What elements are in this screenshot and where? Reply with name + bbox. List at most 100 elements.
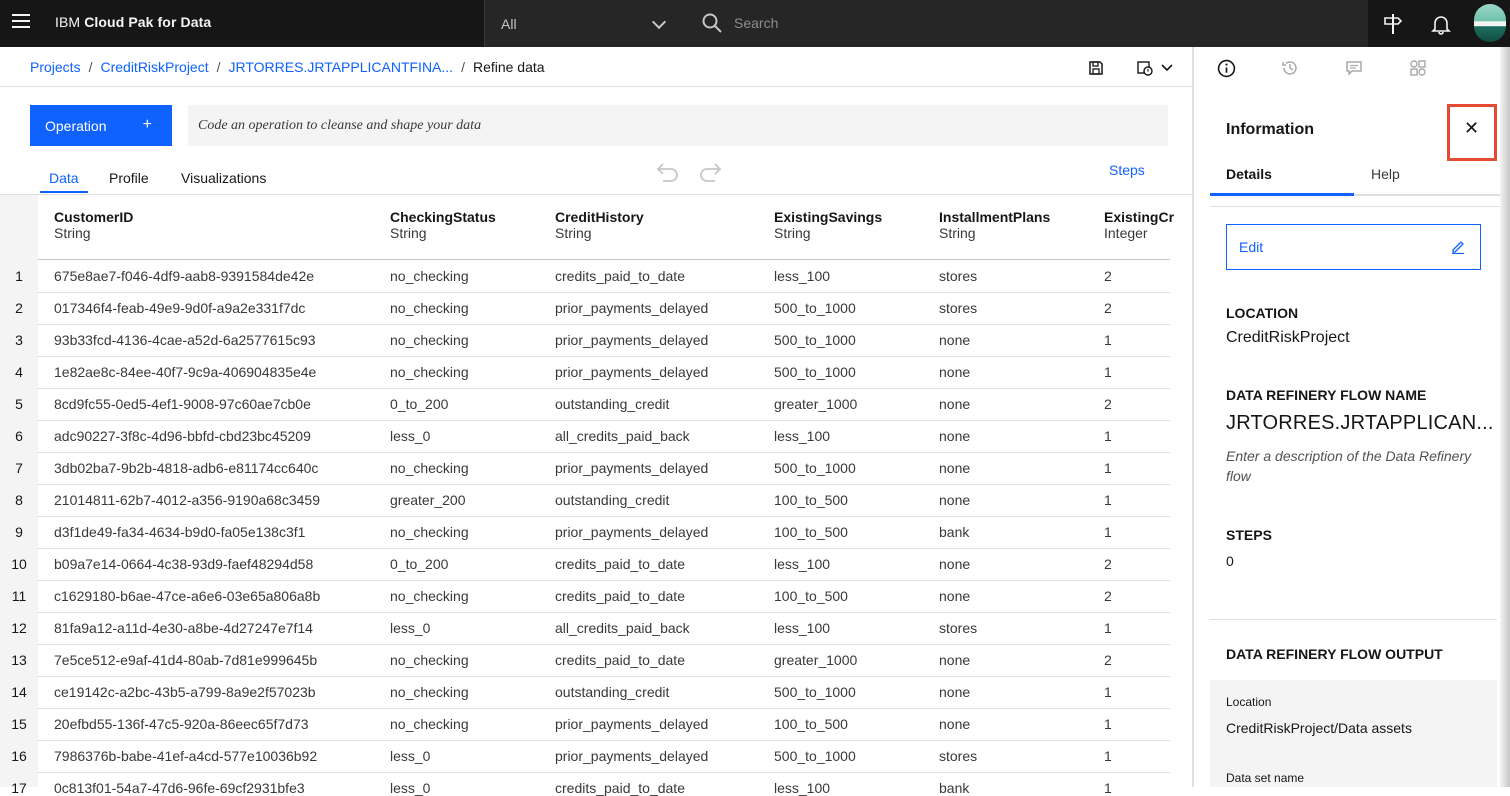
table-scrollbar[interactable] xyxy=(1176,195,1188,787)
table-cell[interactable]: 7986376b-babe-41ef-a4cd-577e10036b92 xyxy=(54,748,317,764)
table-cell[interactable]: none xyxy=(939,492,970,508)
table-cell[interactable]: adc90227-3f8c-4d96-bbfd-cbd23bc45209 xyxy=(54,428,311,444)
notifications-bell-icon[interactable] xyxy=(1429,12,1453,36)
comments-icon[interactable] xyxy=(1345,59,1363,77)
table-cell[interactable]: credits_paid_to_date xyxy=(555,268,685,284)
table-cell[interactable]: 500_to_1000 xyxy=(774,364,856,380)
table-cell[interactable]: 100_to_500 xyxy=(774,492,848,508)
table-cell[interactable]: less_0 xyxy=(390,780,430,796)
history-icon[interactable] xyxy=(1281,59,1299,77)
table-cell[interactable]: ce19142c-a2bc-43b5-a799-8a9e2f57023b xyxy=(54,684,316,700)
table-cell[interactable]: 2 xyxy=(1104,268,1170,284)
information-icon[interactable] xyxy=(1217,59,1236,78)
table-cell[interactable]: none xyxy=(939,428,970,444)
table-cell[interactable]: less_0 xyxy=(390,428,430,444)
table-cell[interactable]: no_checking xyxy=(390,300,469,316)
table-cell[interactable]: 8cd9fc55-0ed5-4ef1-9008-97c60ae7cb0e xyxy=(54,396,311,412)
table-cell[interactable]: less_100 xyxy=(774,556,830,572)
table-cell[interactable]: 100_to_500 xyxy=(774,524,848,540)
table-cell[interactable]: 93b33fcd-4136-4cae-a52d-6a2577615c93 xyxy=(54,332,316,348)
hamburger-menu-icon[interactable] xyxy=(12,14,30,32)
signpost-icon[interactable] xyxy=(1381,12,1405,36)
breadcrumb-project[interactable]: CreditRiskProject xyxy=(100,59,208,75)
table-cell[interactable]: prior_payments_delayed xyxy=(555,332,708,348)
table-cell[interactable]: none xyxy=(939,684,970,700)
table-cell[interactable]: d3f1de49-fa34-4634-b9d0-fa05e138c3f1 xyxy=(54,524,305,540)
steps-link[interactable]: Steps xyxy=(1109,162,1145,178)
table-cell[interactable]: 2 xyxy=(1104,556,1170,572)
tab-data[interactable]: Data xyxy=(49,170,79,186)
table-cell[interactable]: 017346f4-feab-49e9-9d0f-a9a2e331f7dc xyxy=(54,300,305,316)
operation-button[interactable]: Operation + xyxy=(30,105,172,146)
table-cell[interactable]: 1 xyxy=(1104,428,1170,444)
table-cell[interactable]: prior_payments_delayed xyxy=(555,460,708,476)
table-cell[interactable]: none xyxy=(939,396,970,412)
save-icon[interactable] xyxy=(1087,59,1105,77)
table-cell[interactable]: no_checking xyxy=(390,364,469,380)
table-cell[interactable]: 2 xyxy=(1104,300,1170,316)
table-cell[interactable]: 2 xyxy=(1104,652,1170,668)
table-cell[interactable]: 0_to_200 xyxy=(390,396,448,412)
table-cell[interactable]: 1 xyxy=(1104,748,1170,764)
table-cell[interactable]: 21014811-62b7-4012-a356-9190a68c3459 xyxy=(54,492,320,508)
table-cell[interactable]: prior_payments_delayed xyxy=(555,364,708,380)
table-cell[interactable]: 1e82ae8c-84ee-40f7-9c9a-406904835e4e xyxy=(54,364,316,380)
table-cell[interactable]: 500_to_1000 xyxy=(774,300,856,316)
table-cell[interactable]: credits_paid_to_date xyxy=(555,780,685,796)
table-cell[interactable]: all_credits_paid_back xyxy=(555,620,690,636)
table-cell[interactable]: no_checking xyxy=(390,332,469,348)
table-cell[interactable]: 2 xyxy=(1104,396,1170,412)
table-cell[interactable]: 100_to_500 xyxy=(774,716,848,732)
table-cell[interactable]: 1 xyxy=(1104,332,1170,348)
search-input[interactable] xyxy=(734,12,1334,34)
table-cell[interactable]: bank xyxy=(939,524,969,540)
table-cell[interactable]: less_100 xyxy=(774,428,830,444)
table-cell[interactable]: prior_payments_delayed xyxy=(555,524,708,540)
table-cell[interactable]: none xyxy=(939,588,970,604)
table-cell[interactable]: 1 xyxy=(1104,684,1170,700)
table-cell[interactable]: stores xyxy=(939,748,977,764)
table-cell[interactable]: none xyxy=(939,332,970,348)
breadcrumb-projects[interactable]: Projects xyxy=(30,59,81,75)
search-scope-dropdown[interactable]: All xyxy=(484,0,684,47)
column-header[interactable]: ExistingCr Integer xyxy=(1104,209,1174,241)
table-cell[interactable]: 1 xyxy=(1104,364,1170,380)
table-cell[interactable]: no_checking xyxy=(390,684,469,700)
table-cell[interactable]: prior_payments_delayed xyxy=(555,300,708,316)
table-cell[interactable]: 1 xyxy=(1104,620,1170,636)
table-cell[interactable]: b09a7e14-0664-4c38-93d9-faef48294d58 xyxy=(54,556,313,572)
table-cell[interactable]: none xyxy=(939,652,970,668)
table-cell[interactable]: 1 xyxy=(1104,716,1170,732)
table-cell[interactable]: less_100 xyxy=(774,620,830,636)
product-brand[interactable]: IBM Cloud Pak for Data xyxy=(55,14,211,30)
table-cell[interactable]: 1 xyxy=(1104,780,1170,796)
table-cell[interactable]: none xyxy=(939,556,970,572)
table-cell[interactable]: 100_to_500 xyxy=(774,588,848,604)
table-cell[interactable]: 500_to_1000 xyxy=(774,460,856,476)
table-cell[interactable]: 3db02ba7-9b2b-4818-adb6-e81174cc640c xyxy=(54,460,318,476)
table-cell[interactable]: 81fa9a12-a11d-4e30-a8be-4d27247e7f14 xyxy=(54,620,313,636)
column-header[interactable]: ExistingSavings String xyxy=(774,209,882,241)
table-cell[interactable]: 1 xyxy=(1104,492,1170,508)
table-cell[interactable]: 500_to_1000 xyxy=(774,684,856,700)
operation-code-input[interactable] xyxy=(188,105,1168,146)
table-cell[interactable]: no_checking xyxy=(390,268,469,284)
column-header[interactable]: CreditHistory String xyxy=(555,209,644,241)
table-cell[interactable]: greater_200 xyxy=(390,492,466,508)
table-cell[interactable]: none xyxy=(939,716,970,732)
undo-icon[interactable] xyxy=(653,161,681,183)
table-cell[interactable]: 7e5ce512-e9af-41d4-80ab-7d81e999645b xyxy=(54,652,317,668)
schedule-job-icon[interactable] xyxy=(1136,59,1154,77)
table-cell[interactable]: credits_paid_to_date xyxy=(555,556,685,572)
column-header[interactable]: CustomerID String xyxy=(54,209,133,241)
table-cell[interactable]: 0_to_200 xyxy=(390,556,448,572)
table-cell[interactable]: bank xyxy=(939,780,969,796)
table-cell[interactable]: c1629180-b6ae-47ce-a6e6-03e65a806a8b xyxy=(54,588,320,604)
tab-help[interactable]: Help xyxy=(1371,166,1400,182)
table-cell[interactable]: less_100 xyxy=(774,780,830,796)
table-cell[interactable]: less_100 xyxy=(774,268,830,284)
breadcrumb-flow[interactable]: JRTORRES.JRTAPPLICANTFINA... xyxy=(229,59,454,75)
table-cell[interactable]: outstanding_credit xyxy=(555,396,669,412)
table-cell[interactable]: 20efbd55-136f-47c5-920a-86eec65f7d73 xyxy=(54,716,309,732)
table-cell[interactable]: 675e8ae7-f046-4df9-aab8-9391584de42e xyxy=(54,268,314,284)
